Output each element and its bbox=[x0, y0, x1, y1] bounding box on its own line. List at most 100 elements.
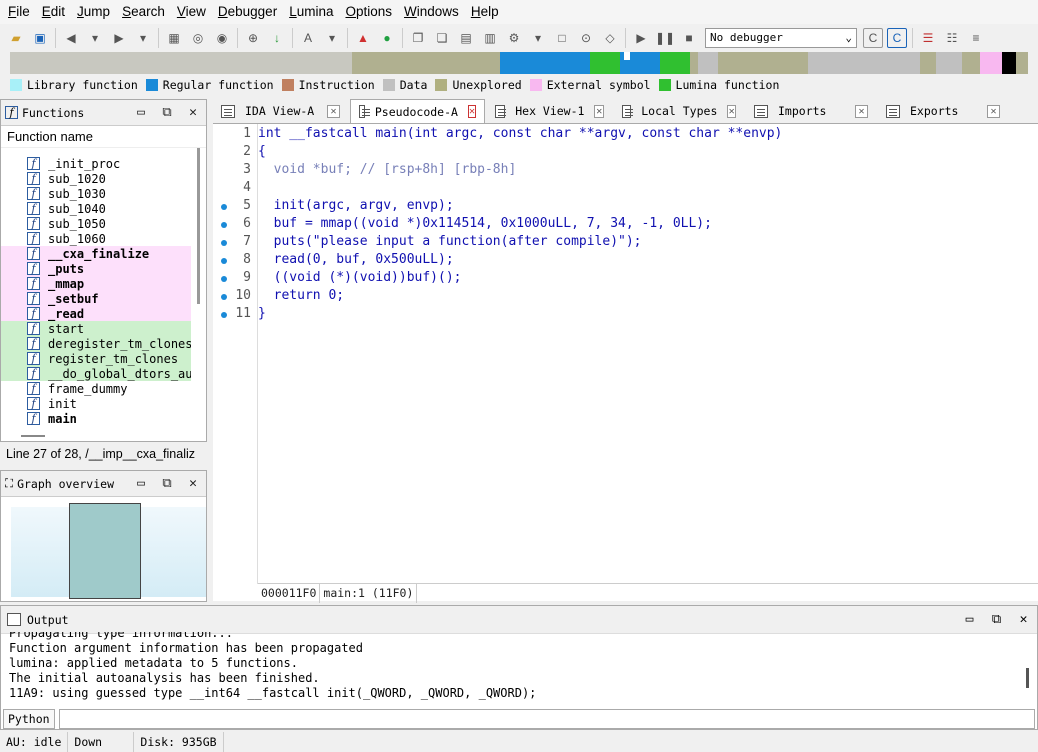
c-view-icon[interactable]: C bbox=[863, 27, 883, 48]
back-icon[interactable]: ◀ bbox=[61, 28, 81, 48]
text-dropdown-icon[interactable]: ▾ bbox=[322, 28, 342, 48]
float-icon[interactable]: ⧉ bbox=[154, 105, 180, 120]
forward-icon[interactable]: ▶ bbox=[109, 28, 129, 48]
paste-icon[interactable]: ❏ bbox=[432, 28, 452, 48]
functions-hscrollbar[interactable] bbox=[21, 435, 45, 437]
breakpoint-dot-icon[interactable] bbox=[221, 276, 227, 282]
close-icon[interactable]: ✕ bbox=[180, 105, 206, 120]
struct-icon[interactable]: ◎ bbox=[188, 28, 208, 48]
graph-viewport[interactable] bbox=[69, 503, 141, 599]
minimize-icon[interactable]: ▭ bbox=[128, 105, 154, 120]
settings-dropdown-icon[interactable]: ▾ bbox=[528, 28, 548, 48]
tab-imports[interactable]: Imports ✕ bbox=[746, 99, 876, 123]
tab-ida-view-a[interactable]: IDA View-A ✕ bbox=[213, 99, 348, 123]
save-icon[interactable]: ▣ bbox=[30, 28, 50, 48]
float-icon[interactable]: ⧉ bbox=[983, 612, 1010, 627]
navigation-band[interactable] bbox=[10, 52, 1028, 74]
python-button[interactable]: Python bbox=[3, 708, 55, 729]
list-remove-icon[interactable]: ☷ bbox=[942, 28, 962, 48]
close-icon[interactable]: ✕ bbox=[327, 104, 340, 118]
float-icon[interactable]: ⧉ bbox=[154, 476, 180, 491]
code-icon[interactable]: ▥ bbox=[480, 28, 500, 48]
code-line[interactable]: read(0, buf, 0x500uLL); bbox=[258, 252, 454, 267]
code-area[interactable]: int __fastcall main(int argc, const char… bbox=[258, 124, 1038, 584]
function-list-item[interactable]: f register_tm_clones bbox=[1, 351, 191, 366]
function-name-column[interactable]: Function name bbox=[1, 126, 206, 148]
menu-lumina[interactable]: Lumina bbox=[283, 0, 339, 24]
output-log[interactable]: Propagating type information... Function … bbox=[9, 632, 1019, 706]
enum-icon[interactable]: ◉ bbox=[212, 28, 232, 48]
jump-down-icon[interactable]: ↓ bbox=[267, 28, 287, 48]
c-active-icon[interactable]: C bbox=[887, 27, 907, 48]
output-scrollbar[interactable] bbox=[1026, 668, 1029, 688]
arrow-icon[interactable]: ⊙ bbox=[576, 28, 596, 48]
function-list-item[interactable]: f sub_1020 bbox=[1, 171, 191, 186]
breakpoint-dot-icon[interactable] bbox=[221, 240, 227, 246]
code-line[interactable]: puts("please input a function(after comp… bbox=[258, 234, 642, 249]
menu-options[interactable]: Options bbox=[339, 0, 398, 24]
stop-icon[interactable]: ■ bbox=[679, 28, 699, 48]
code-line[interactable]: ((void (*)(void))buf)(); bbox=[258, 270, 462, 285]
menu-windows[interactable]: Windows bbox=[398, 0, 465, 24]
close-icon[interactable]: ✕ bbox=[987, 104, 1000, 118]
close-icon[interactable]: ✕ bbox=[594, 104, 604, 118]
close-icon[interactable]: ✕ bbox=[180, 476, 206, 491]
function-list-item[interactable]: f sub_1040 bbox=[1, 201, 191, 216]
open-folder-icon[interactable]: ▰ bbox=[6, 28, 26, 48]
function-list-item[interactable]: f main bbox=[1, 411, 191, 426]
square-icon[interactable]: □ bbox=[552, 28, 572, 48]
function-list-item[interactable]: f start bbox=[1, 321, 191, 336]
code-line[interactable]: } bbox=[258, 306, 266, 321]
close-icon[interactable]: ✕ bbox=[855, 104, 868, 118]
function-list-item[interactable]: f _mmap bbox=[1, 276, 191, 291]
function-list-item[interactable]: f __do_global_dtors_aux bbox=[1, 366, 191, 381]
forward-dropdown-icon[interactable]: ▾ bbox=[133, 28, 153, 48]
functions-scrollbar[interactable] bbox=[197, 148, 200, 304]
list-icon[interactable]: ☰ bbox=[918, 28, 938, 48]
code-line[interactable]: { bbox=[258, 144, 266, 159]
debugger-select[interactable]: No debugger ⌄ bbox=[705, 27, 857, 48]
menu-edit[interactable]: Edit bbox=[36, 0, 71, 24]
breakpoint-dot-icon[interactable] bbox=[221, 258, 227, 264]
graph-icon[interactable]: ▲ bbox=[353, 28, 373, 48]
close-icon[interactable]: ✕ bbox=[1010, 612, 1037, 627]
list-settings-icon[interactable]: ≡ bbox=[966, 28, 986, 48]
function-list-item[interactable]: f __cxa_finalize bbox=[1, 246, 191, 261]
breakpoint-dot-icon[interactable] bbox=[221, 312, 227, 318]
menu-debugger[interactable]: Debugger bbox=[212, 0, 283, 24]
tab-hex-view-1[interactable]: Hex View-1 ✕ bbox=[487, 99, 612, 123]
settings-icon[interactable]: ⚙ bbox=[504, 28, 524, 48]
function-list-item[interactable]: f _init_proc bbox=[1, 156, 191, 171]
minimize-icon[interactable]: ▭ bbox=[956, 612, 983, 627]
menu-jump[interactable]: Jump bbox=[71, 0, 116, 24]
menu-file[interactable]: File bbox=[2, 0, 36, 24]
function-list-item[interactable]: f _setbuf bbox=[1, 291, 191, 306]
text-icon[interactable]: A bbox=[298, 28, 318, 48]
function-list-item[interactable]: f frame_dummy bbox=[1, 381, 191, 396]
hex-view-icon[interactable]: ▦ bbox=[164, 28, 184, 48]
menu-view[interactable]: View bbox=[171, 0, 212, 24]
tab-local-types[interactable]: Local Types ✕ bbox=[614, 99, 744, 123]
function-list-item[interactable]: f _puts bbox=[1, 261, 191, 276]
function-list-item[interactable]: f sub_1050 bbox=[1, 216, 191, 231]
tab-exports[interactable]: Exports ✕ bbox=[878, 99, 1008, 123]
run-icon[interactable]: ● bbox=[377, 28, 397, 48]
code-line[interactable]: init(argc, argv, envp); bbox=[258, 198, 454, 213]
play-icon[interactable]: ▶ bbox=[631, 28, 651, 48]
pseudocode-view[interactable]: 1 2 3 4 5 6 7 8 9 10 11 int __fastcall main(int ar… bbox=[213, 123, 1038, 603]
menu-help[interactable]: Help bbox=[465, 0, 505, 24]
code-line[interactable]: buf = mmap((void *)0x114514, 0x1000uLL, … bbox=[258, 216, 712, 231]
code-line[interactable]: void *buf; // [rsp+8h] [rbp-8h] bbox=[258, 162, 517, 177]
breakpoint-dot-icon[interactable] bbox=[221, 204, 227, 210]
python-input[interactable] bbox=[58, 708, 1035, 729]
close-icon[interactable]: ✕ bbox=[727, 104, 736, 118]
back-dropdown-icon[interactable]: ▾ bbox=[85, 28, 105, 48]
breakpoint-dot-icon[interactable] bbox=[221, 222, 227, 228]
menu-search[interactable]: Search bbox=[116, 0, 171, 24]
code-line[interactable]: return 0; bbox=[258, 288, 344, 303]
code-line[interactable]: int __fastcall main(int argc, const char… bbox=[258, 126, 782, 141]
function-list-item[interactable]: f sub_1030 bbox=[1, 186, 191, 201]
function-list-item[interactable]: f _read bbox=[1, 306, 191, 321]
data-icon[interactable]: ▤ bbox=[456, 28, 476, 48]
breakpoint-dot-icon[interactable] bbox=[221, 294, 227, 300]
